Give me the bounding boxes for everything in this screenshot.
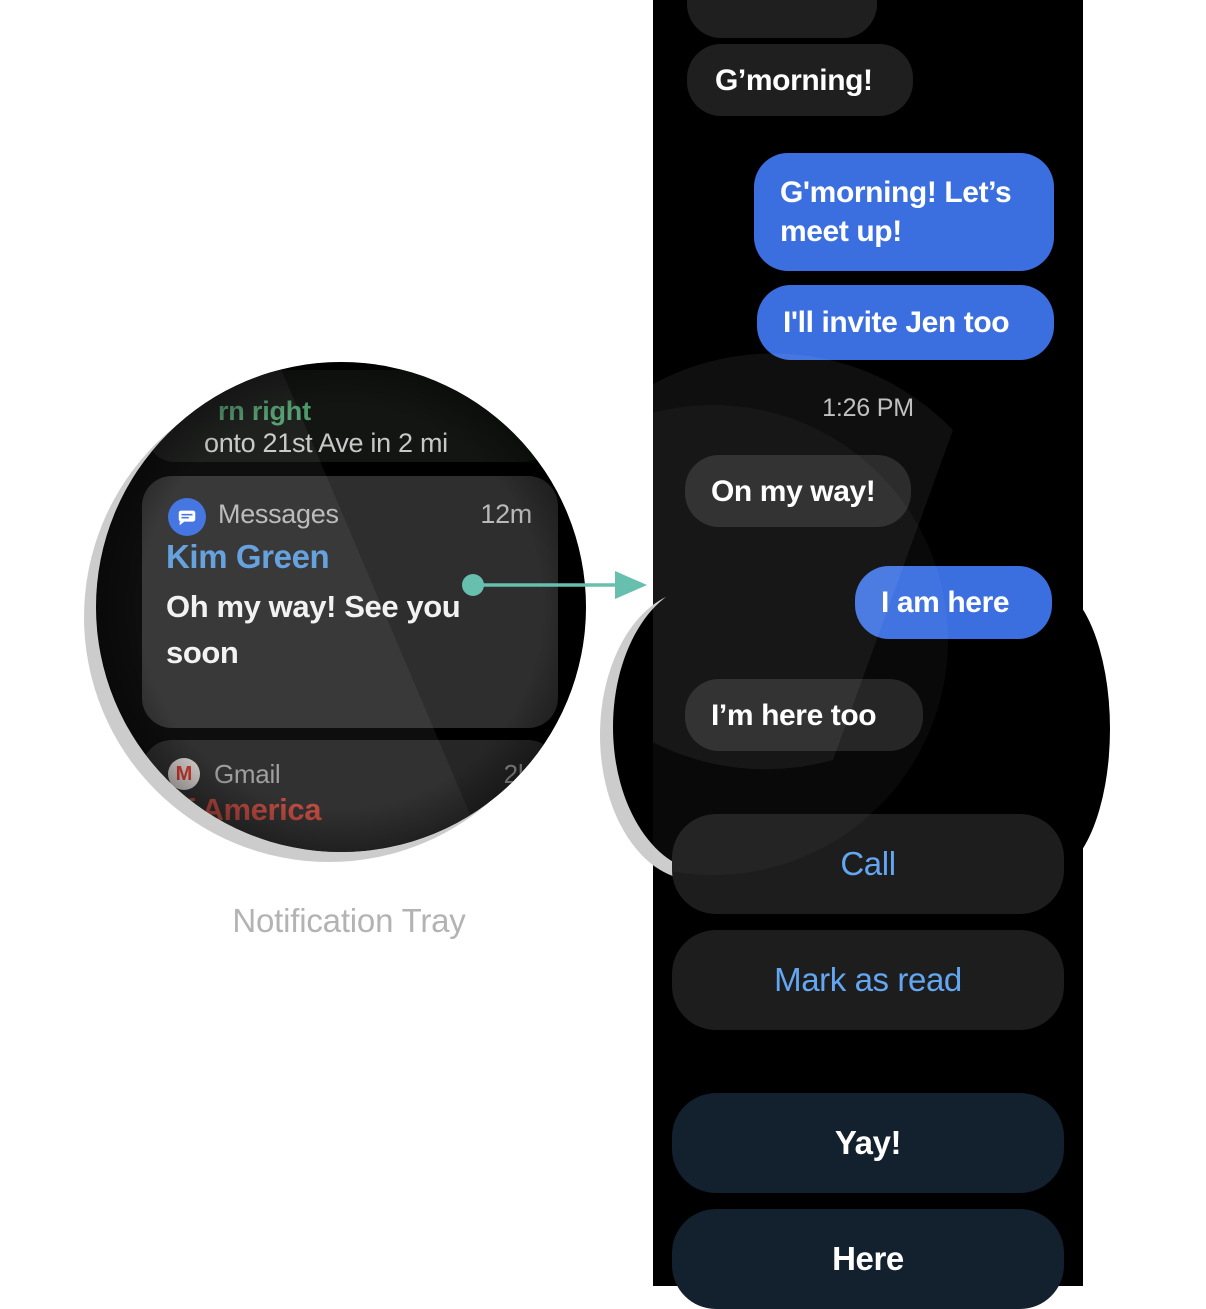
messages-app-name: Messages [218, 499, 339, 529]
gmail-icon: M [168, 758, 200, 790]
action-button-call[interactable]: Call [672, 814, 1064, 914]
notification-tray-callout: rn right onto 21st Ave in 2 mi Messages … [0, 0, 620, 1020]
message-bubble[interactable]: I am here [855, 566, 1052, 639]
conversation-timestamp: 1:26 PM [822, 394, 914, 422]
messages-sender-name: Kim Green [166, 538, 330, 575]
gmail-subject-text: of America [166, 792, 322, 827]
conversation-panel: G’morning! G'morning! Let’s meet up! I'l… [653, 0, 1083, 1309]
connector-arrow-icon [615, 571, 647, 599]
message-bubble[interactable] [687, 0, 877, 38]
message-bubble[interactable]: I’m here too [685, 679, 923, 751]
action-button-yay[interactable]: Yay! [672, 1093, 1064, 1193]
navigation-notification-card[interactable]: rn right onto 21st Ave in 2 mi [148, 370, 550, 462]
message-list: G’morning! G'morning! Let’s meet up! I'l… [653, 0, 1083, 1309]
messages-icon [168, 498, 206, 536]
message-bubble[interactable]: On my way! [685, 455, 911, 527]
message-bubble[interactable]: G'morning! Let’s meet up! [754, 153, 1054, 271]
messages-timestamp: 12m [480, 499, 532, 529]
message-bubble[interactable]: G’morning! [687, 44, 913, 116]
action-button-here[interactable]: Here [672, 1209, 1064, 1309]
callout-connector [462, 571, 647, 599]
message-bubble[interactable]: I'll invite Jen too [757, 285, 1054, 360]
navigation-direction-text: rn right [218, 396, 311, 426]
action-button-mark-as-read[interactable]: Mark as read [672, 930, 1064, 1030]
navigation-street-text: onto 21st Ave in 2 mi [204, 428, 448, 458]
gmail-app-name: Gmail [214, 759, 281, 789]
gmail-timestamp: 2h [503, 759, 533, 789]
gmail-notification-card[interactable]: M Gmail 2h of America [142, 740, 558, 852]
notification-tray-caption: Notification Tray [232, 902, 466, 939]
